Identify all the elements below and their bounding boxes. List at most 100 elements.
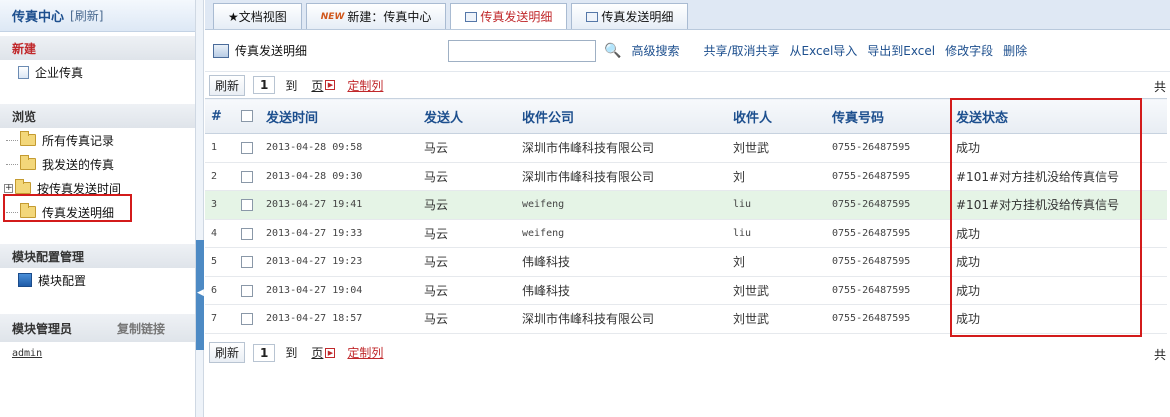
section-module-config: 模块配置管理 <box>0 244 195 268</box>
fax-icon <box>213 43 229 58</box>
cell-select[interactable] <box>235 276 260 305</box>
row-checkbox[interactable] <box>241 199 253 212</box>
go-arrow-icon[interactable]: ▶ <box>325 80 336 90</box>
tab-new-fax-center[interactable]: NEW 新建：传真中心 <box>305 3 447 29</box>
col-header-recipient[interactable]: 收件人 <box>727 98 826 134</box>
total-label: 共 <box>1153 347 1166 362</box>
delete-button[interactable]: 删除 <box>1003 42 1027 59</box>
cell-index: 2 <box>205 162 235 191</box>
sidebar-item-my-sent[interactable]: 我发送的传真 <box>0 152 195 176</box>
module-admin-label: 模块管理员 <box>12 321 73 336</box>
total-label: 共 <box>1153 80 1166 94</box>
tab-label: ★文档视图 <box>228 10 287 24</box>
col-header-time[interactable]: 发送时间 <box>260 98 418 134</box>
cell-company: 伟峰科技 <box>516 247 727 277</box>
col-header-status[interactable]: 发送状态 <box>950 98 1167 134</box>
cell-index: 3 <box>205 190 235 220</box>
cell-select[interactable] <box>235 247 260 277</box>
cell-time: 2013-04-27 19:33 <box>260 219 418 248</box>
table-row[interactable]: 6 2013-04-27 19:04 马云 伟峰科技 刘世武 0755-2648… <box>205 276 1167 305</box>
row-checkbox[interactable] <box>241 313 253 326</box>
cell-sender: 马云 <box>418 190 516 220</box>
sidebar-refresh-link[interactable]: [刷新] <box>70 7 103 24</box>
row-checkbox[interactable] <box>241 227 253 240</box>
search-icon[interactable]: 🔍 <box>604 43 621 59</box>
refresh-button[interactable]: 刷新 <box>209 342 246 363</box>
edit-fields-button[interactable]: 修改字段 <box>945 42 993 59</box>
section-new: 新建 <box>0 36 195 60</box>
cell-recipient: 刘 <box>727 162 826 191</box>
cell-fax: 0755-26487595 <box>826 133 950 163</box>
cell-recipient: 刘世武 <box>727 276 826 305</box>
cell-select[interactable] <box>235 133 260 163</box>
customize-columns-link[interactable]: 定制列 <box>347 77 383 94</box>
col-header-select[interactable] <box>235 98 260 134</box>
select-all-checkbox[interactable] <box>241 110 253 122</box>
tab-document-view[interactable]: ★文档视图 <box>213 3 302 29</box>
sidebar-item-all-fax[interactable]: 所有传真记录 <box>0 128 195 152</box>
share-button[interactable]: 共享/取消共享 <box>703 42 779 59</box>
cell-select[interactable] <box>235 190 260 220</box>
sidebar-item-module-config[interactable]: 模块配置 <box>0 268 195 292</box>
cell-time: 2013-04-28 09:58 <box>260 133 418 163</box>
search-input[interactable] <box>448 39 596 62</box>
page-label: 页 <box>311 78 324 93</box>
table-row[interactable]: 7 2013-04-27 18:57 马云 深圳市伟峰科技有限公司 刘世武 07… <box>205 304 1167 334</box>
cell-time: 2013-04-27 19:04 <box>260 276 418 305</box>
col-header-sender[interactable]: 发送人 <box>418 98 516 134</box>
tab-fax-detail[interactable]: 传真发送明细 <box>571 3 689 29</box>
table-row-highlighted[interactable]: 3 2013-04-27 19:41 马云 weifeng liu 0755-2… <box>205 190 1167 220</box>
admin-row: admin <box>0 342 195 364</box>
row-checkbox[interactable] <box>241 256 253 269</box>
sidebar-header: 传真中心 [刷新] <box>0 0 195 32</box>
table-row[interactable]: 4 2013-04-27 19:33 马云 weifeng liu 0755-2… <box>205 219 1167 248</box>
row-checkbox[interactable] <box>241 170 253 183</box>
annotation-highlight-sidebar <box>3 194 132 222</box>
sidebar-collapse-handle[interactable]: ◀ <box>196 240 204 350</box>
tab-label: 传真发送明细 <box>601 10 674 24</box>
cell-sender: 马云 <box>418 276 516 305</box>
table-header-row: # 发送时间 发送人 收件公司 收件人 传真号码 发送状态 <box>205 98 1167 134</box>
cell-sender: 马云 <box>418 133 516 163</box>
page-number-input[interactable]: 1 <box>253 343 276 362</box>
cell-status: 成功 <box>950 219 1167 248</box>
cell-company: weifeng <box>516 190 727 220</box>
to-label: 到 <box>285 78 298 93</box>
refresh-button[interactable]: 刷新 <box>209 74 246 96</box>
tab-fax-detail-active[interactable]: 传真发送明细 <box>450 3 568 29</box>
cell-sender: 马云 <box>418 247 516 277</box>
cell-fax: 0755-26487595 <box>826 304 950 334</box>
go-arrow-icon[interactable]: ▶ <box>325 347 336 358</box>
expand-icon[interactable]: + <box>4 183 13 193</box>
folder-icon <box>15 179 31 194</box>
tree-connector <box>6 139 18 141</box>
section-browse: 浏览 <box>0 104 195 128</box>
sidebar-item-label: 我发送的传真 <box>42 157 115 172</box>
copy-link-button[interactable]: 复制链接 <box>117 320 165 337</box>
cell-company: 深圳市伟峰科技有限公司 <box>516 133 727 163</box>
import-excel-button[interactable]: 从Excel导入 <box>790 42 858 59</box>
cell-sender: 马云 <box>418 219 516 248</box>
table-row[interactable]: 1 2013-04-28 09:58 马云 深圳市伟峰科技有限公司 刘世武 07… <box>205 133 1167 163</box>
customize-columns-link[interactable]: 定制列 <box>347 344 383 361</box>
page-number-input[interactable]: 1 <box>253 76 276 94</box>
sidebar-item-enterprise-fax[interactable]: 企业传真 <box>0 60 195 84</box>
row-checkbox[interactable] <box>241 142 253 155</box>
col-header-fax[interactable]: 传真号码 <box>826 98 950 134</box>
export-excel-button[interactable]: 导出到Excel <box>867 42 935 59</box>
advanced-search-link[interactable]: 高级搜索 <box>631 42 679 59</box>
cell-index: 7 <box>205 304 235 334</box>
table-row[interactable]: 5 2013-04-27 19:23 马云 伟峰科技 刘 0755-264875… <box>205 247 1167 277</box>
toolbar-actions: 共享/取消共享 从Excel导入 导出到Excel 修改字段 删除 <box>703 42 1027 59</box>
cell-time: 2013-04-27 19:23 <box>260 247 418 277</box>
admin-user-link[interactable]: admin <box>0 348 42 359</box>
cell-select[interactable] <box>235 304 260 334</box>
sidebar-splitter[interactable] <box>196 0 204 417</box>
table-row[interactable]: 2 2013-04-28 09:30 马云 深圳市伟峰科技有限公司 刘 0755… <box>205 162 1167 191</box>
row-checkbox[interactable] <box>241 284 253 297</box>
module-icon <box>18 273 32 287</box>
cell-status: #101#对方挂机没给传真信号 <box>950 162 1167 191</box>
cell-select[interactable] <box>235 162 260 191</box>
cell-select[interactable] <box>235 219 260 248</box>
col-header-company[interactable]: 收件公司 <box>516 98 727 134</box>
